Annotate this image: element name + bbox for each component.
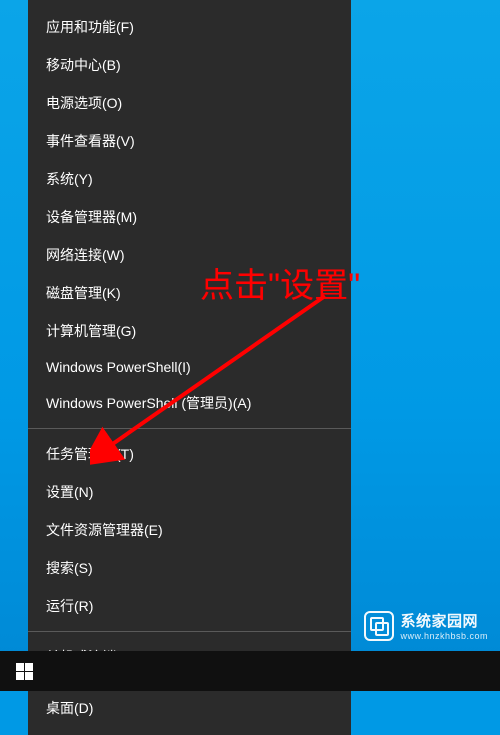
menu-item-label: 设备管理器(M) xyxy=(46,207,137,227)
menu-item-mobility-center[interactable]: 移动中心(B) xyxy=(28,46,351,84)
menu-item-label: 桌面(D) xyxy=(46,698,93,718)
menu-item-powershell[interactable]: Windows PowerShell(I) xyxy=(28,350,351,384)
menu-item-computer-management[interactable]: 计算机管理(G) xyxy=(28,312,351,350)
menu-item-label: 应用和功能(F) xyxy=(46,17,134,37)
menu-item-label: Windows PowerShell (管理员)(A) xyxy=(46,393,251,413)
menu-divider xyxy=(28,428,351,429)
menu-item-label: 磁盘管理(K) xyxy=(46,283,121,303)
menu-item-label: 搜索(S) xyxy=(46,558,93,578)
watermark-url: www.hnzkhbsb.com xyxy=(400,631,488,641)
start-button[interactable] xyxy=(0,651,48,691)
menu-item-desktop[interactable]: 桌面(D) xyxy=(28,689,351,727)
menu-item-settings[interactable]: 设置(N) xyxy=(28,473,351,511)
taskbar xyxy=(0,651,500,691)
watermark: 系统家园网 www.hnzkhbsb.com xyxy=(364,610,488,641)
menu-item-label: 电源选项(O) xyxy=(46,93,122,113)
desktop-background: 应用和功能(F) 移动中心(B) 电源选项(O) 事件查看器(V) 系统(Y) … xyxy=(0,0,500,691)
menu-item-label: 任务管理器(T) xyxy=(46,444,134,464)
menu-item-label: 设置(N) xyxy=(46,482,93,502)
menu-item-search[interactable]: 搜索(S) xyxy=(28,549,351,587)
menu-item-system[interactable]: 系统(Y) xyxy=(28,160,351,198)
menu-item-event-viewer[interactable]: 事件查看器(V) xyxy=(28,122,351,160)
menu-item-device-manager[interactable]: 设备管理器(M) xyxy=(28,198,351,236)
menu-item-apps-features[interactable]: 应用和功能(F) xyxy=(28,8,351,46)
watermark-logo-icon xyxy=(364,611,394,641)
menu-divider xyxy=(28,631,351,632)
menu-item-label: 文件资源管理器(E) xyxy=(46,520,163,540)
menu-item-run[interactable]: 运行(R) xyxy=(28,587,351,625)
menu-item-label: Windows PowerShell(I) xyxy=(46,359,191,375)
windows-logo-icon xyxy=(16,663,33,680)
menu-item-label: 事件查看器(V) xyxy=(46,131,135,151)
menu-item-task-manager[interactable]: 任务管理器(T) xyxy=(28,435,351,473)
menu-item-label: 网络连接(W) xyxy=(46,245,125,265)
watermark-title: 系统家园网 xyxy=(400,610,488,631)
menu-item-file-explorer[interactable]: 文件资源管理器(E) xyxy=(28,511,351,549)
menu-item-label: 计算机管理(G) xyxy=(46,321,136,341)
winx-context-menu: 应用和功能(F) 移动中心(B) 电源选项(O) 事件查看器(V) 系统(Y) … xyxy=(28,0,351,735)
annotation-label: 点击"设置" xyxy=(200,258,360,307)
menu-item-power-options[interactable]: 电源选项(O) xyxy=(28,84,351,122)
menu-item-powershell-admin[interactable]: Windows PowerShell (管理员)(A) xyxy=(28,384,351,422)
menu-item-label: 运行(R) xyxy=(46,596,93,616)
menu-item-label: 系统(Y) xyxy=(46,169,93,189)
menu-item-label: 移动中心(B) xyxy=(46,55,121,75)
